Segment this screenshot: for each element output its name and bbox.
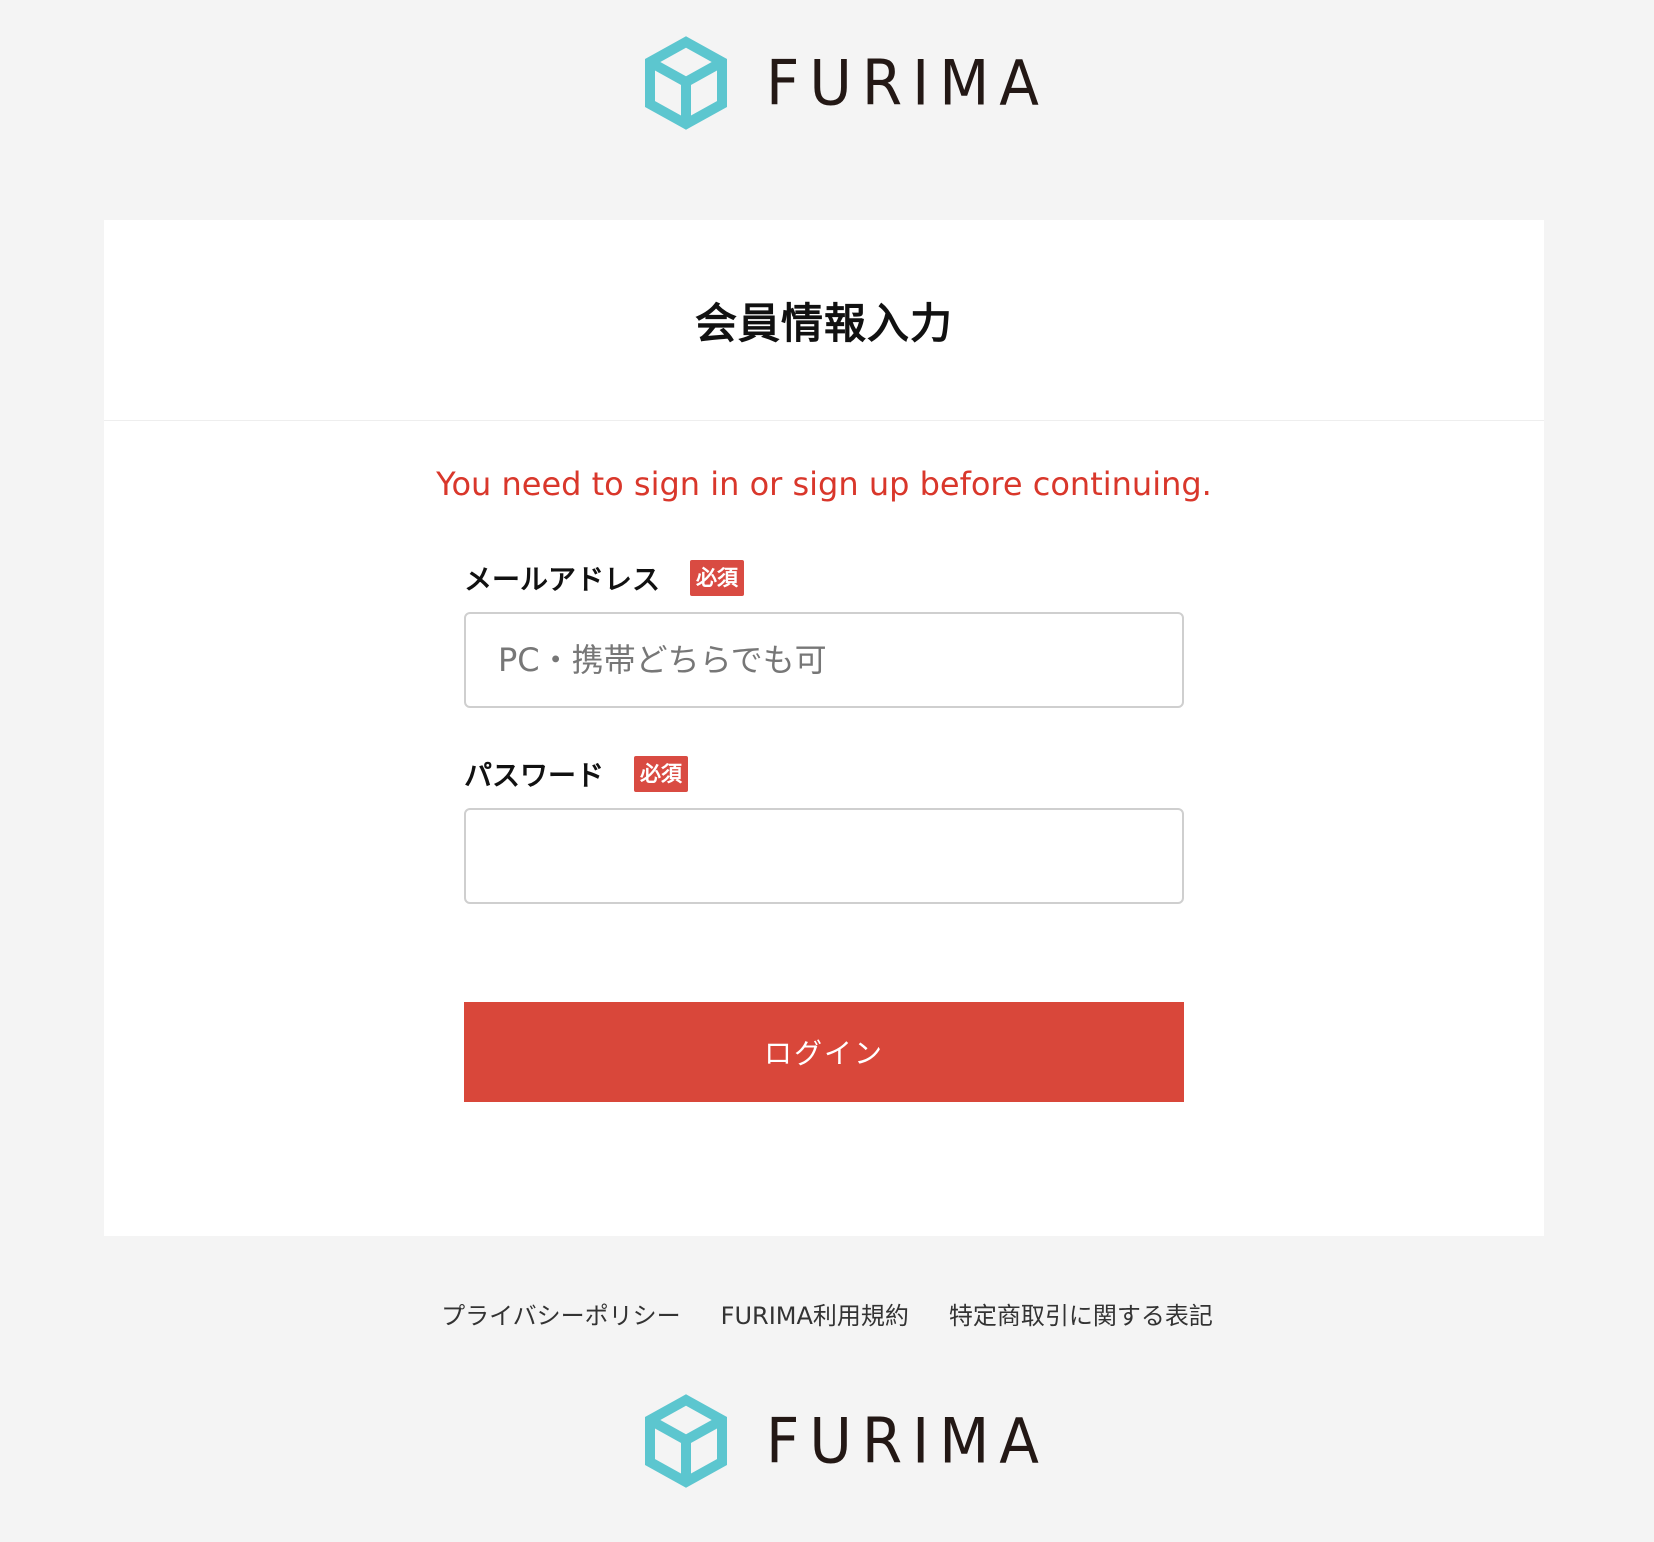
footer-link-privacy-policy[interactable]: プライバシーポリシー <box>441 1296 681 1331</box>
sign-in-alert: You need to sign in or sign up before co… <box>436 465 1212 503</box>
header-logo-link[interactable]: FURIMA <box>638 34 1049 132</box>
card-header: 会員情報入力 <box>104 220 1544 421</box>
footer-link-terms[interactable]: FURIMA利用規約 <box>721 1296 909 1331</box>
brand-name: FURIMA <box>766 1404 1049 1478</box>
footer-logo-link[interactable]: FURIMA <box>638 1392 1049 1490</box>
box-logo-icon <box>645 1394 727 1488</box>
footer-link-commercial-transactions[interactable]: 特定商取引に関する表記 <box>949 1296 1213 1331</box>
page-title: 会員情報入力 <box>694 298 953 348</box>
email-label-row: メールアドレス 必須 <box>464 558 1184 598</box>
password-input[interactable] <box>464 808 1184 904</box>
brand-name: FURIMA <box>766 46 1049 120</box>
login-form: メールアドレス 必須 パスワード 必須 ログイン <box>464 558 1184 1102</box>
email-field-group: メールアドレス 必須 <box>464 558 1184 708</box>
email-label: メールアドレス <box>464 563 661 596</box>
email-required-badge: 必須 <box>690 560 745 596</box>
login-button[interactable]: ログイン <box>464 1002 1184 1102</box>
email-input[interactable] <box>464 612 1184 708</box>
password-required-badge: 必須 <box>634 756 689 792</box>
password-field-group: パスワード 必須 <box>464 754 1184 904</box>
login-card: 会員情報入力 You need to sign in or sign up be… <box>104 220 1544 1236</box>
box-logo-icon <box>645 36 727 130</box>
password-label: パスワード <box>464 759 605 792</box>
footer-links: プライバシーポリシー FURIMA利用規約 特定商取引に関する表記 <box>0 1296 1654 1331</box>
password-label-row: パスワード 必須 <box>464 754 1184 794</box>
